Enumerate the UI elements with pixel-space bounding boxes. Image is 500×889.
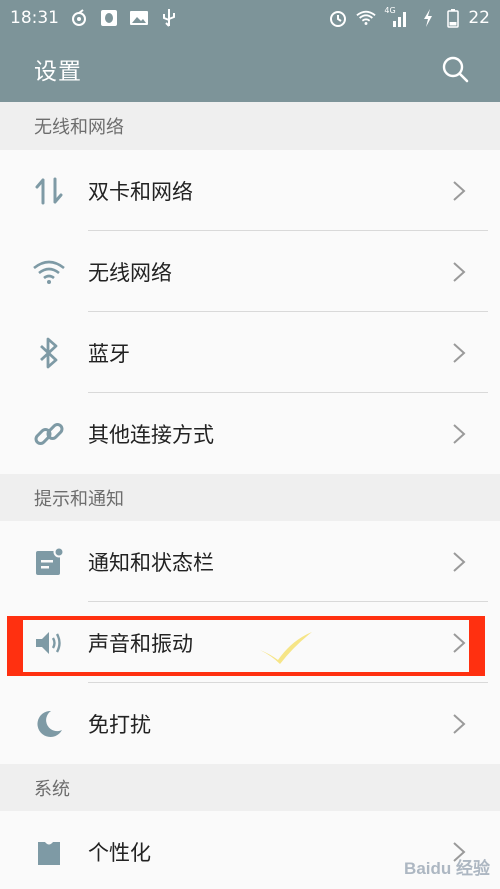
qq-icon	[99, 8, 119, 28]
chevron-right-icon	[453, 423, 466, 444]
speaker-icon	[32, 626, 66, 660]
gallery-icon	[129, 8, 149, 28]
chevron-right-icon	[453, 551, 466, 572]
charging-icon	[418, 8, 438, 28]
settings-item-label: 双卡和网络	[88, 179, 193, 204]
settings-item-dual-sim[interactable]: 双卡和网络	[0, 150, 500, 231]
watermark-logo: Baidu 经验	[404, 859, 490, 878]
section-header-wireless: 无线和网络	[0, 102, 500, 150]
status-time: 18:31	[10, 8, 59, 28]
chevron-right-icon	[453, 713, 466, 734]
search-icon	[442, 56, 469, 83]
signal-icon: 4G	[384, 6, 410, 28]
status-bar: 18:31 4G 22	[0, 0, 500, 36]
settings-item-label: 免打扰	[88, 712, 151, 737]
settings-item-wlan[interactable]: 无线网络	[0, 231, 500, 312]
settings-item-label: 声音和振动	[88, 631, 193, 656]
settings-item-bluetooth[interactable]: 蓝牙	[0, 312, 500, 393]
alarm-icon	[328, 8, 348, 28]
app-bar: 设置	[0, 36, 500, 102]
app-notification-icon	[69, 8, 89, 28]
dual-sim-arrows-icon	[32, 174, 66, 208]
checkmark-icon	[260, 632, 312, 664]
settings-item-sound-vibration[interactable]: 声音和振动	[0, 602, 500, 683]
section-header-system: 系统	[0, 764, 500, 812]
chevron-right-icon	[453, 632, 466, 653]
wireless-group: 双卡和网络 无线网络 蓝牙 其他连接方式	[0, 150, 500, 474]
chevron-right-icon	[453, 342, 466, 363]
settings-item-label: 无线网络	[88, 260, 172, 285]
battery-icon	[446, 8, 460, 28]
chevron-right-icon	[453, 180, 466, 201]
settings-item-label: 其他连接方式	[88, 422, 214, 447]
settings-item-other-connections[interactable]: 其他连接方式	[0, 393, 500, 474]
settings-item-notification-bar[interactable]: 通知和状态栏	[0, 521, 500, 602]
settings-item-label: 蓝牙	[88, 341, 130, 366]
section-header-notifications: 提示和通知	[0, 474, 500, 522]
settings-item-label: 通知和状态栏	[88, 550, 214, 575]
notifications-group: 通知和状态栏 声音和振动 免打扰	[0, 521, 500, 764]
page-title: 设置	[34, 59, 82, 85]
search-button[interactable]	[438, 52, 472, 86]
link-icon	[32, 417, 66, 451]
moon-icon	[32, 707, 66, 741]
bluetooth-icon	[32, 336, 66, 370]
settings-item-do-not-disturb[interactable]: 免打扰	[0, 683, 500, 764]
network-type-label: 4G	[384, 6, 396, 15]
notification-icon	[32, 545, 66, 579]
usb-icon	[159, 8, 179, 28]
settings-item-label: 个性化	[88, 840, 151, 865]
wifi-icon	[32, 255, 66, 289]
personalize-icon	[32, 835, 66, 869]
wifi-status-icon	[356, 8, 377, 28]
battery-level: 22	[468, 8, 490, 28]
chevron-right-icon	[453, 261, 466, 282]
